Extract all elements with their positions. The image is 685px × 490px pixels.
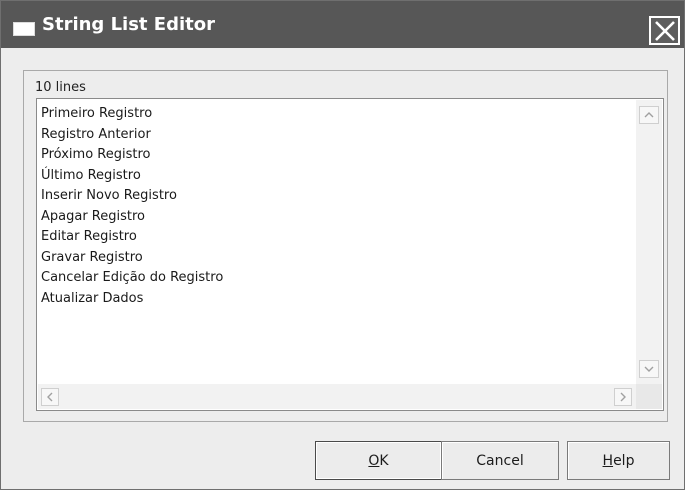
list-item: Inserir Novo Registro	[41, 188, 177, 203]
scrollbar-corner	[636, 384, 662, 409]
chevron-up-icon	[644, 112, 654, 118]
title-bar: String List Editor	[1, 1, 684, 48]
dialog-title: String List Editor	[42, 14, 216, 35]
help-mnemonic: H	[602, 452, 614, 469]
scroll-right-button[interactable]	[614, 388, 632, 406]
help-label-rest: elp	[613, 452, 635, 469]
cancel-button[interactable]: Cancel	[441, 441, 559, 480]
list-item: Registro Anterior	[41, 126, 151, 142]
list-item: Apagar Registro	[41, 208, 145, 224]
list-item: Último Registro	[41, 167, 141, 183]
window-icon	[13, 22, 35, 36]
chevron-left-icon	[47, 392, 53, 402]
scroll-down-button[interactable]	[639, 360, 659, 378]
ok-button[interactable]: OK	[315, 441, 442, 480]
scroll-left-button[interactable]	[41, 388, 59, 406]
chevron-down-icon	[644, 366, 654, 372]
chevron-right-icon	[620, 392, 626, 402]
ok-label-rest: K	[379, 452, 389, 469]
list-item: Gravar Registro	[41, 249, 143, 265]
string-list-editor-dialog: String List Editor 10 lines Primeiro Reg…	[0, 0, 685, 490]
cancel-label: Cancel	[476, 452, 524, 469]
list-item: Atualizar Dados	[41, 290, 144, 306]
close-icon	[655, 21, 675, 41]
help-button[interactable]: Help	[567, 441, 670, 480]
list-item: Editar Registro	[41, 229, 137, 244]
list-item: Próximo Registro	[41, 147, 151, 162]
list-item: Cancelar Edição do Registro	[41, 270, 224, 285]
ok-mnemonic: O	[368, 452, 380, 469]
string-list-textarea[interactable]: Primeiro Registro Registro Anterior Próx…	[36, 98, 664, 411]
scroll-up-button[interactable]	[639, 106, 659, 124]
list-item: Primeiro Registro	[41, 106, 153, 121]
close-button[interactable]	[649, 16, 680, 45]
string-lines: Primeiro Registro Registro Anterior Próx…	[41, 104, 223, 309]
horizontal-scrollbar[interactable]	[38, 384, 636, 409]
line-count-label: 10 lines	[35, 80, 86, 95]
vertical-scrollbar[interactable]	[636, 100, 662, 390]
